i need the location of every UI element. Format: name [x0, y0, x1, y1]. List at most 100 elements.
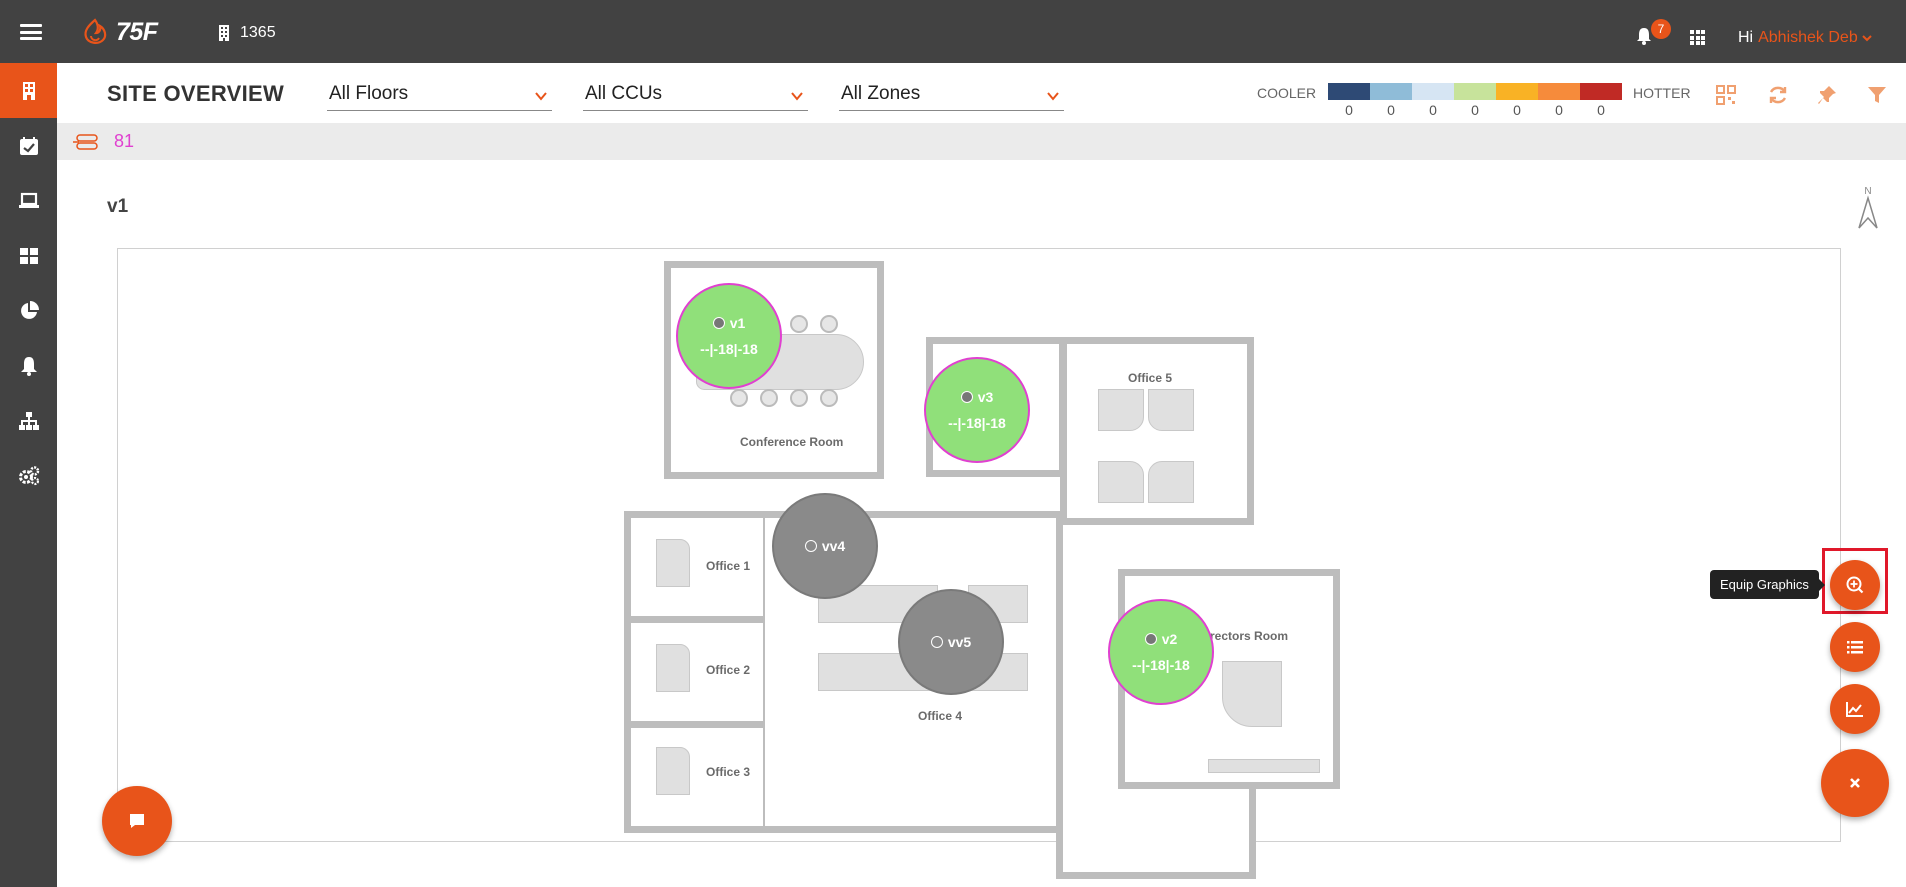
chair [730, 389, 748, 407]
chair [790, 315, 808, 333]
zone-label: vv5 [947, 634, 972, 650]
zone-vv5[interactable]: vv5 [898, 589, 1004, 695]
zone-temperature: --|-18|-18 [948, 415, 1006, 431]
pie-chart-icon [20, 300, 39, 319]
legend-hotter-label: HOTTER [1633, 85, 1691, 101]
zone-v3[interactable]: v3 --|-18|-18 [924, 357, 1030, 463]
zone-v1[interactable]: v1 --|-18|-18 [676, 283, 782, 389]
laptop-icon [18, 192, 39, 208]
user-menu[interactable]: Hi Abhishek Deb [1738, 29, 1872, 47]
sidebar-item-alerts[interactable] [0, 338, 57, 393]
zone-temperature: --|-18|-18 [1132, 657, 1190, 673]
close-fab-menu-button[interactable] [1821, 749, 1889, 817]
room-label-office1: Office 1 [706, 559, 751, 573]
equip-graphics-button[interactable] [1830, 560, 1880, 610]
sidebar-item-schedules[interactable] [0, 118, 57, 173]
site-id: 1365 [240, 24, 276, 41]
zone-label: v1 [729, 315, 746, 331]
legend-count: 0 [1387, 102, 1395, 118]
zone-label: vv4 [821, 538, 846, 554]
room-label-office2: Office 2 [706, 663, 751, 677]
equip-graphics-icon [1846, 576, 1864, 594]
pin-icon[interactable] [1816, 84, 1838, 106]
legend-swatch [1412, 83, 1454, 100]
desk [656, 747, 690, 795]
ccus-select[interactable]: All CCUs [583, 81, 808, 111]
chat-button[interactable] [102, 786, 172, 856]
chevron-down-icon [535, 92, 547, 101]
page-header: SITE OVERVIEW All Floors All CCUs All Zo… [57, 63, 1906, 123]
info-strip: 81 [57, 123, 1906, 160]
sidebar-item-dashboard[interactable] [0, 228, 57, 283]
legend-swatch [1496, 83, 1538, 100]
filter-icon[interactable] [1866, 84, 1888, 106]
zone-v2[interactable]: v2 --|-18|-18 [1108, 599, 1214, 705]
sidebar [0, 63, 57, 887]
desk [656, 539, 690, 587]
grid-icon [19, 247, 38, 264]
menu-icon[interactable] [20, 24, 42, 40]
user-name[interactable]: Abhishek Deb [1758, 29, 1858, 47]
site-selector[interactable]: 1365 [218, 24, 276, 42]
chair [790, 389, 808, 407]
zone-name: v3 [960, 389, 994, 405]
floors-select[interactable]: All Floors [327, 81, 552, 111]
apps-grid-icon[interactable] [1690, 30, 1705, 45]
desk [1098, 389, 1144, 431]
calendar-check-icon [19, 136, 38, 155]
sitemap-icon [18, 411, 39, 430]
equipment-count-icon [73, 134, 98, 150]
legend-swatch [1454, 83, 1496, 100]
chair [760, 389, 778, 407]
credenza [1208, 759, 1320, 773]
desk [1098, 461, 1144, 503]
logo-text: 75F [116, 17, 158, 46]
list-view-button[interactable] [1830, 622, 1880, 672]
temperature-legend-counts: 0 0 0 0 0 0 0 [1328, 102, 1622, 118]
legend-count: 0 [1597, 102, 1605, 118]
gears-icon [18, 465, 39, 485]
room-label-office5: Office 5 [1128, 371, 1173, 385]
zones-select[interactable]: All Zones [839, 81, 1064, 111]
flame-icon [84, 18, 107, 44]
zone-label: v3 [977, 389, 994, 405]
legend-swatch [1538, 83, 1580, 100]
room-label-conference: Conference Room [740, 435, 844, 449]
sidebar-item-devices[interactable] [0, 173, 57, 228]
building-icon [219, 25, 229, 41]
legend-count: 0 [1471, 102, 1479, 118]
refresh-icon[interactable] [1767, 84, 1789, 106]
zone-status-dot [1144, 633, 1157, 645]
zone-vv4[interactable]: vv4 [772, 493, 878, 599]
sidebar-item-reports[interactable] [0, 283, 57, 338]
zone-name: vv5 [930, 634, 972, 650]
desk [1148, 461, 1194, 503]
legend-count: 0 [1555, 102, 1563, 118]
zone-label: v2 [1161, 631, 1178, 647]
floors-select-value: All Floors [329, 83, 409, 104]
zone-name: v1 [712, 315, 746, 331]
legend-count: 0 [1345, 102, 1353, 118]
bell-icon [20, 356, 37, 376]
temperature-legend-bar [1328, 83, 1622, 100]
close-icon [1850, 778, 1860, 788]
chevron-down-icon [1862, 35, 1872, 42]
legend-swatch [1580, 83, 1622, 100]
trend-chart-button[interactable] [1830, 684, 1880, 734]
legend-count: 0 [1429, 102, 1437, 118]
ccus-select-value: All CCUs [585, 83, 663, 104]
qr-code-icon[interactable] [1715, 84, 1737, 106]
sidebar-item-settings[interactable] [0, 448, 57, 503]
sidebar-item-hierarchy[interactable] [0, 393, 57, 448]
chat-icon [130, 814, 144, 828]
legend-count: 0 [1513, 102, 1521, 118]
legend-swatch [1370, 83, 1412, 100]
chair [820, 389, 838, 407]
sidebar-item-site-overview[interactable] [0, 63, 57, 118]
legend-swatch [1328, 83, 1370, 100]
corridor [1056, 779, 1256, 879]
zone-temperature: --|-18|-18 [700, 341, 758, 357]
top-bar: 75F 1365 7 Hi Abhishek Deb [0, 0, 1906, 63]
greeting-text: Hi [1738, 29, 1754, 46]
building-icon [22, 81, 35, 100]
